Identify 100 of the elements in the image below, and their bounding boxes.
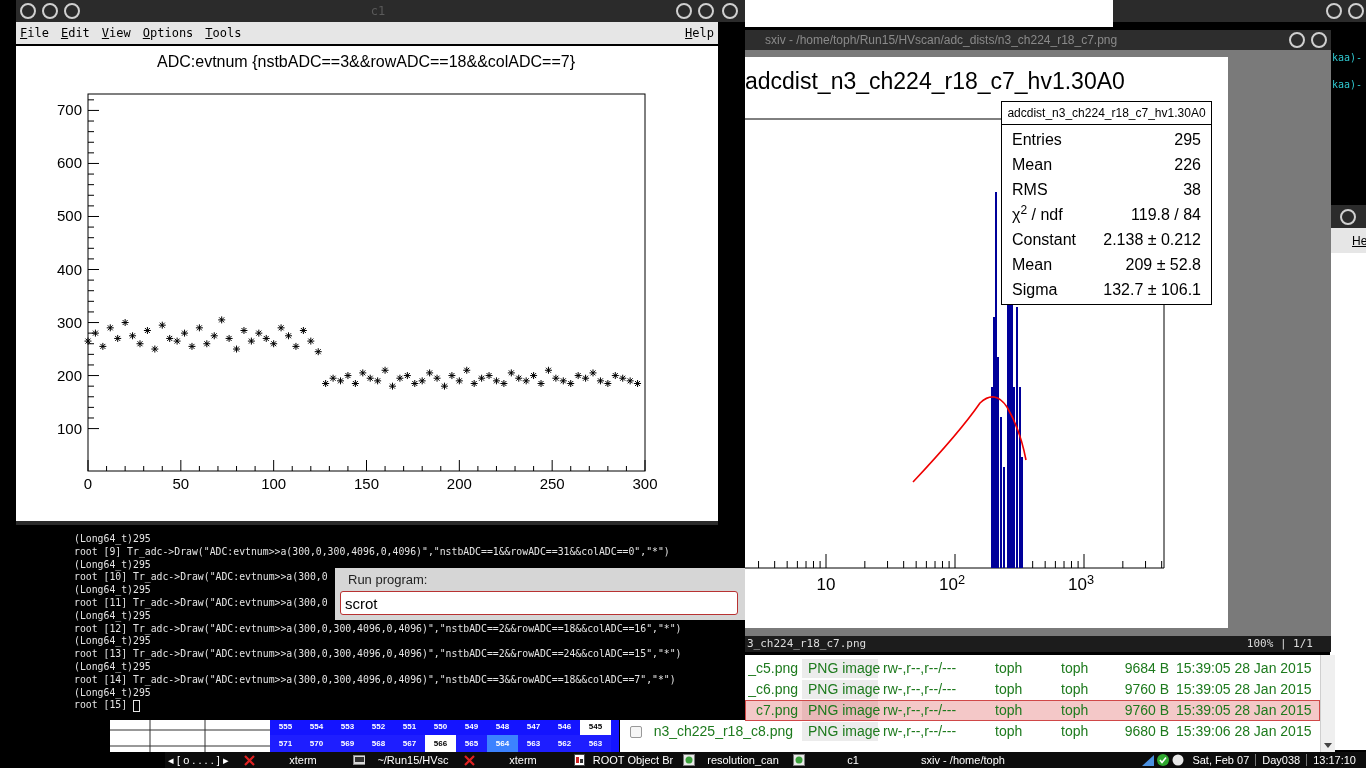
file-row[interactable]: _c6.png PNG image rw-,r--,r--/--- toph toph 9760 B 15:39:05 28 Jan 2015 — [745, 679, 1320, 700]
file-type: PNG image — [802, 659, 878, 678]
data-point — [239, 326, 248, 335]
taskbar-item[interactable]: sxiv - /home/toph — [900, 751, 1010, 768]
menu-item[interactable]: Options — [142, 24, 194, 42]
window-button[interactable] — [722, 3, 738, 19]
data-point — [128, 331, 137, 340]
window-button[interactable] — [1326, 3, 1342, 19]
data-point — [247, 337, 256, 346]
terminal-line: (Long64_t)295 — [74, 533, 151, 546]
terminal-line: root [12] Tr_adc->Draw("ADC:evtnum>>a(300,0,300,4096,0,4096)","nstbADC==2&&rowADC==18&&colADC==16","*") — [74, 622, 682, 636]
tick-label: 400 — [56, 260, 82, 278]
data-point — [336, 376, 345, 385]
data-point — [410, 379, 419, 388]
image-icon — [793, 754, 805, 766]
tick-label: 300 — [56, 313, 82, 331]
caret-icon[interactable] — [1324, 743, 1332, 748]
window-button[interactable] — [1289, 32, 1305, 48]
tray-icon — [1172, 754, 1185, 766]
file-group: toph — [1061, 660, 1089, 676]
data-point — [418, 376, 427, 385]
data-point — [581, 374, 590, 383]
menu-item[interactable]: Tools — [205, 24, 242, 42]
data-point — [381, 366, 390, 375]
checkbox[interactable] — [630, 725, 642, 738]
data-point — [633, 379, 642, 388]
data-point — [173, 337, 182, 346]
file-permissions: rw-,r--,r--/--- — [883, 723, 957, 739]
input-field[interactable]: scrot — [340, 591, 738, 615]
menu-item[interactable]: He — [1352, 231, 1366, 250]
taskbar-item[interactable]: ~/Run15/HVsc — [350, 751, 460, 768]
window-button[interactable] — [1340, 208, 1356, 225]
x-icon — [243, 754, 255, 766]
taskbar-item[interactable]: c1 — [790, 751, 900, 768]
terminal-line: (Long64_t)295 — [74, 584, 151, 597]
chart-title: ADC:evtnum {nstbADC==3&&rowADC==18&&colADC==7} — [157, 53, 575, 70]
tick-label: 150 — [354, 475, 379, 492]
window-button[interactable] — [698, 3, 714, 19]
window-button[interactable] — [42, 3, 58, 19]
file-date: 15:39:05 28 Jan 2015 — [1176, 702, 1312, 718]
data-point — [373, 376, 382, 385]
taskbar-item[interactable]: resolution_can — [680, 751, 790, 768]
window-button[interactable] — [20, 3, 36, 19]
window-icon — [573, 754, 585, 766]
data-point — [277, 323, 286, 332]
stat-value: 119.8 / 84 — [1131, 205, 1201, 225]
tick-label: 200 — [56, 366, 82, 384]
file-owner: toph — [995, 723, 1023, 739]
data-point — [202, 339, 211, 348]
stat-value: 2.138 ± 0.212 — [1103, 230, 1201, 250]
data-point — [596, 376, 605, 385]
stat-value: 132.7 ± 106.1 — [1103, 280, 1201, 300]
file-type: PNG image — [802, 680, 878, 699]
file-row[interactable]: c7.png PNG image rw-,r--,r--/--- toph toph 9760 B 15:39:05 28 Jan 2015 — [745, 700, 1320, 721]
data-point — [514, 374, 523, 383]
grid-cell: 566 — [425, 735, 456, 752]
data-point — [395, 374, 404, 383]
grid-cell: 562 — [549, 735, 580, 752]
window-button[interactable] — [1311, 32, 1327, 48]
data-point — [440, 382, 449, 391]
tick-label: 300 — [632, 475, 658, 492]
window-button[interactable] — [64, 3, 80, 19]
grid-cell: 569 — [332, 735, 363, 752]
file-row[interactable]: _c5.png PNG image rw-,r--,r--/--- toph toph 9684 B 15:39:05 28 Jan 2015 — [745, 658, 1320, 679]
tick-label: 100 — [56, 419, 82, 437]
data-point — [499, 379, 508, 388]
menu-item[interactable]: File — [20, 24, 49, 42]
data-point — [269, 339, 278, 348]
data-point — [187, 342, 196, 351]
window-button[interactable] — [676, 3, 692, 19]
data-point — [91, 329, 100, 338]
clock-text: Sat, Feb 07 — [1192, 752, 1250, 768]
file-type: PNG image — [802, 701, 878, 720]
data-point — [180, 329, 189, 338]
x-icon — [463, 754, 475, 766]
menu-item[interactable]: Help — [685, 24, 714, 42]
status-zoom: 100% | 1/1 — [1246, 635, 1313, 652]
taskbar-item[interactable]: ROOT Object Br — [570, 751, 680, 768]
file-owner: toph — [995, 660, 1023, 676]
window-button[interactable] — [1348, 3, 1364, 19]
data-point — [455, 376, 464, 385]
data-point — [343, 371, 352, 380]
menu-item[interactable]: Edit — [60, 24, 90, 42]
scrollbar[interactable] — [1320, 655, 1335, 752]
data-point — [254, 329, 263, 338]
data-point — [433, 374, 442, 383]
taskbar-item[interactable]: xterm — [460, 751, 570, 768]
data-point — [447, 371, 456, 380]
terminal-line: root [11] Tr_adc->Draw("ADC:evtnum>>a(300,0 — [74, 597, 328, 610]
stats-title: adcdist_n3_ch224_r18_c7_hv1.30A0 — [1002, 102, 1211, 125]
workspace-pager[interactable]: ◂ [ o . . . . ] ▸ — [165, 751, 240, 768]
menu-item[interactable]: View — [101, 24, 131, 42]
terminal-line: kaa)- — [1332, 79, 1363, 91]
terminal-line: (Long64_t)295 — [74, 686, 151, 700]
taskbar-item[interactable]: xterm — [240, 751, 350, 768]
window-title: sxiv - /home/toph/Run15/HVscan/adc_dists/n3_ch224_r18_c7.png — [765, 32, 1119, 49]
file-row[interactable]: n3_ch225_r18_c8.png PNG image rw-,r--,r--/--- toph toph 9680 B 15:39:06 28 Jan 2015 — [620, 721, 1320, 742]
tick-label: 600 — [56, 154, 82, 172]
terminal-line: (Long64_t)295 — [74, 660, 151, 674]
stat-value: 226 — [1174, 155, 1201, 175]
